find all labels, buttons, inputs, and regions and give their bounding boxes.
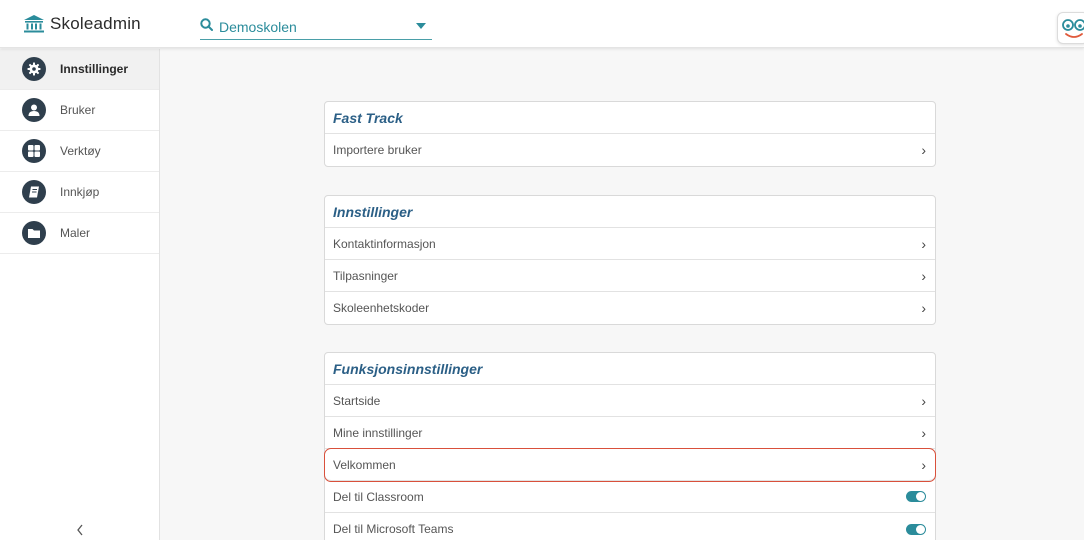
brand-name: Skoleadmin: [50, 14, 141, 33]
chevron-right-icon: ›: [921, 424, 926, 441]
sidebar-item-label: Verktøy: [60, 144, 101, 158]
top-header: Skoleadmin Demoskolen: [0, 0, 1084, 48]
folder-icon: [22, 221, 46, 245]
sidebar-item-label: Innstillinger: [60, 62, 129, 76]
sidebar-item-verktoy[interactable]: Verktøy: [0, 131, 159, 172]
section-funksjonsinnstillinger: Funksjonsinnstillinger Startside › Mine …: [324, 352, 936, 540]
collapse-sidebar-button[interactable]: [68, 522, 92, 540]
row-label: Del til Microsoft Teams: [333, 522, 454, 536]
microsoft-teams-toggle[interactable]: [906, 523, 926, 535]
chevron-right-icon: ›: [921, 267, 926, 284]
section-innstillinger: Innstillinger Kontaktinformasjon › Tilpa…: [324, 195, 936, 325]
section-title: Funksjonsinnstillinger: [325, 353, 935, 385]
sidebar-item-innkjop[interactable]: Innkjøp: [0, 172, 159, 213]
row-startside[interactable]: Startside ›: [325, 385, 935, 417]
classroom-toggle[interactable]: [906, 491, 926, 502]
brand[interactable]: Skoleadmin: [24, 14, 141, 34]
row-label: Tilpasninger: [333, 268, 398, 283]
chevron-right-icon: ›: [921, 456, 926, 473]
sidebar: Innstillinger Bruker Verktøy Innkjøp Mal…: [0, 49, 160, 540]
row-label: Velkommen: [333, 457, 396, 472]
section-title: Innstillinger: [325, 196, 935, 228]
user-icon: [22, 98, 46, 122]
institution-icon: [24, 15, 44, 33]
row-del-til-microsoft-teams: Del til Microsoft Teams: [325, 513, 935, 540]
book-icon: [22, 180, 46, 204]
row-del-til-classroom: Del til Classroom: [325, 481, 935, 513]
chevron-right-icon: ›: [921, 235, 926, 252]
chevron-left-icon: [75, 523, 85, 540]
chevron-right-icon: ›: [921, 300, 926, 316]
chevron-right-icon: ›: [921, 142, 926, 158]
row-label: Kontaktinformasjon: [333, 236, 436, 251]
row-label: Del til Classroom: [333, 489, 424, 504]
row-skoleenhetskoder[interactable]: Skoleenhetskoder ›: [325, 292, 935, 324]
school-select-value: Demoskolen: [219, 18, 297, 35]
search-icon: [200, 17, 213, 36]
row-label: Importere bruker: [333, 143, 422, 157]
grid-icon: [22, 139, 46, 163]
section-fast-track: Fast Track Importere bruker ›: [324, 101, 936, 167]
main-content: Fast Track Importere bruker › Innstillin…: [161, 49, 1084, 540]
row-label: Skoleenhetskoder: [333, 301, 430, 315]
chevron-right-icon: ›: [921, 392, 926, 409]
eyes-logo-icon[interactable]: [1057, 12, 1084, 44]
sidebar-item-innstillinger[interactable]: Innstillinger: [0, 49, 159, 90]
row-tilpasninger[interactable]: Tilpasninger ›: [325, 260, 935, 292]
row-kontaktinformasjon[interactable]: Kontaktinformasjon ›: [325, 228, 935, 260]
sidebar-item-bruker[interactable]: Bruker: [0, 90, 159, 131]
row-velkommen[interactable]: Velkommen ›: [324, 448, 936, 482]
row-label: Startside: [333, 393, 381, 408]
sidebar-item-label: Bruker: [60, 103, 96, 117]
row-mine-innstillinger[interactable]: Mine innstillinger ›: [325, 417, 935, 449]
sidebar-item-label: Maler: [60, 226, 91, 240]
school-select[interactable]: Demoskolen: [200, 14, 432, 40]
section-title: Fast Track: [325, 102, 935, 134]
caret-down-icon: [416, 23, 426, 29]
gear-icon: [22, 57, 46, 81]
sidebar-item-maler[interactable]: Maler: [0, 213, 159, 254]
row-label: Mine innstillinger: [333, 425, 423, 440]
sidebar-item-label: Innkjøp: [60, 185, 100, 199]
row-importere-bruker[interactable]: Importere bruker ›: [325, 134, 935, 166]
